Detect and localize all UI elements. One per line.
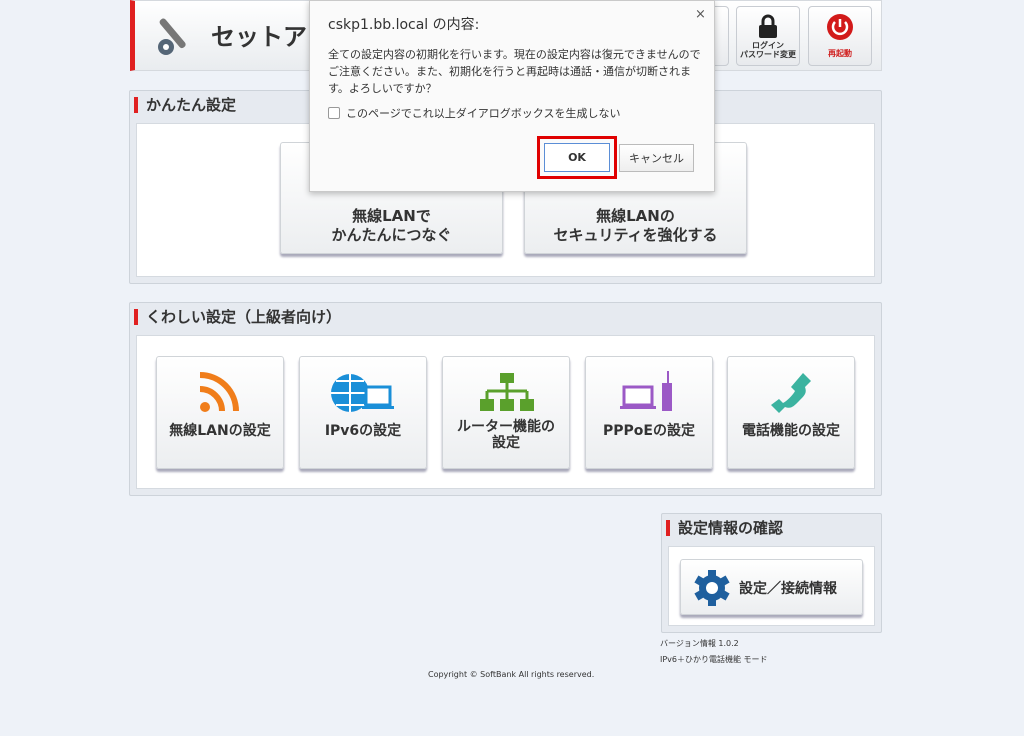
version-info: バージョン情報 1.0.2: [660, 639, 739, 648]
checkbox-icon[interactable]: [328, 107, 340, 119]
dialog-message: 全ての設定内容の初期化を行います。現在の設定内容は復元できませんのでご注意くださ…: [328, 48, 701, 95]
ok-highlight: OK: [537, 136, 617, 179]
wifi-settings-button[interactable]: 無線LANの設定: [156, 356, 284, 469]
power-icon: [827, 14, 853, 40]
rss-icon: [199, 372, 239, 412]
confirm-dialog: cskp1.bb.local の内容: × 全ての設定内容の初期化を行います。現…: [309, 0, 715, 192]
tools-icon: [158, 18, 186, 55]
restart-button[interactable]: 再起動: [808, 6, 872, 66]
section-title: くわしい設定（上級者向け）: [134, 309, 341, 325]
router-settings-button[interactable]: ルーター機能の 設定: [442, 356, 570, 469]
dialog-title: cskp1.bb.local の内容:: [328, 17, 480, 33]
copyright: Copyright © SoftBank All rights reserved…: [428, 670, 595, 679]
pppoe-settings-button[interactable]: PPPoEの設定: [585, 356, 713, 469]
login-password-button[interactable]: ログイン パスワード変更: [736, 6, 800, 66]
ipv6-settings-button[interactable]: IPv6の設定: [299, 356, 427, 469]
network-icon: [480, 373, 534, 411]
cancel-button[interactable]: キャンセル: [619, 144, 694, 172]
suppress-dialogs-checkbox[interactable]: このページでこれ以上ダイアログボックスを生成しない: [328, 105, 620, 121]
lock-icon: [759, 14, 777, 38]
section-title: かんたん設定: [134, 97, 236, 113]
phone-settings-button[interactable]: 電話機能の設定: [727, 356, 855, 469]
phone-icon: [771, 373, 811, 413]
section-title: 設定情報の確認: [666, 520, 783, 536]
mode-info: IPv6＋ひかり電話機能 モード: [660, 655, 768, 664]
close-icon[interactable]: ×: [695, 7, 706, 22]
globe-laptop-icon: [331, 374, 394, 412]
ok-button[interactable]: OK: [544, 143, 610, 172]
settings-connection-info-button[interactable]: 設定／接続情報: [680, 559, 863, 615]
gear-icon: [694, 570, 730, 606]
laptop-router-icon: [620, 371, 672, 411]
